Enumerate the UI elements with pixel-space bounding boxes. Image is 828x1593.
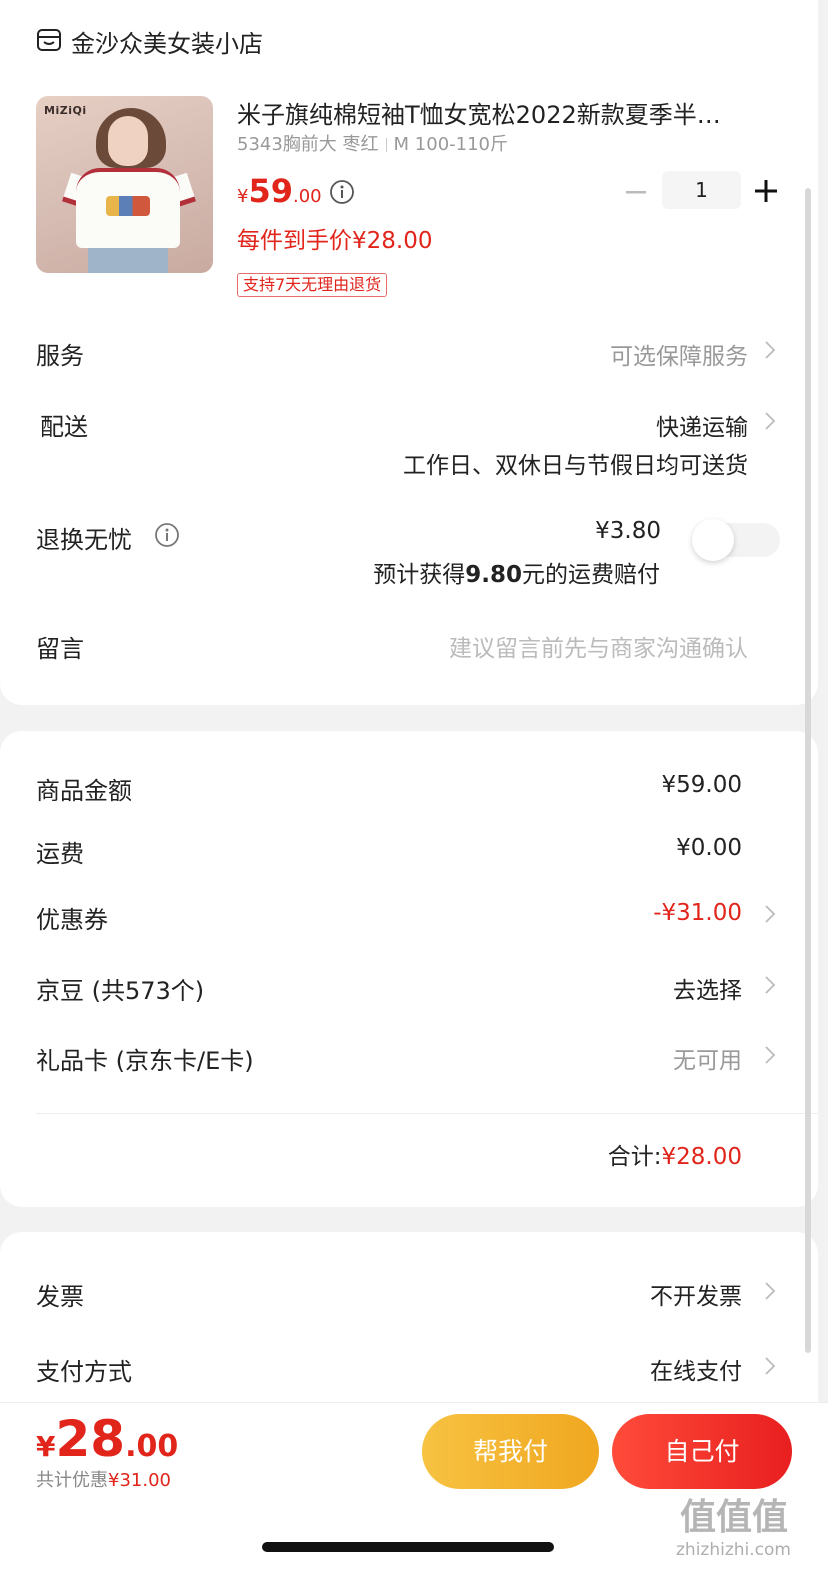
- jd-beans-label: 京豆 (共573个): [36, 977, 205, 1005]
- watermark-logo: 值值值: [680, 1497, 789, 1538]
- product-title[interactable]: 米子旗纯棉短袖T恤女宽松2022新款夏季半…: [237, 95, 777, 130]
- price-summary-card: 商品金额 ¥59.00 运费 ¥0.00 优惠券 -¥31.00 京豆 (共57…: [0, 731, 818, 1207]
- return-policy-tag: 支持7天无理由退货: [237, 273, 388, 297]
- spec-style: 5343胸前大 枣红: [237, 134, 379, 155]
- product-spec[interactable]: 5343胸前大 枣红 M 100-110斤: [237, 130, 508, 156]
- help-me-pay-button[interactable]: 帮我付: [422, 1414, 599, 1489]
- pay-myself-button[interactable]: 自己付: [612, 1414, 792, 1489]
- checkout-page: 金沙众美女装小店 MiZiQi 米子旗纯棉短袖T恤女宽松2022新款夏季半… 5…: [0, 0, 828, 1593]
- chevron-right-icon[interactable]: [764, 1045, 776, 1065]
- payment-method-label: 支付方式: [36, 1358, 132, 1386]
- delivery-note: 工作日、双休日与节假日均可送货: [403, 453, 748, 479]
- return-insurance-label: 退换无忧: [36, 526, 132, 554]
- product-price: ¥59.00: [237, 172, 322, 210]
- scrollbar[interactable]: [805, 188, 811, 1353]
- goods-amount-value: ¥59.00: [661, 772, 742, 798]
- return-insurance-note: 预计获得9.80元的运费赔付: [373, 562, 660, 588]
- return-insurance-toggle[interactable]: [692, 519, 780, 561]
- order-total-value: ¥28.00: [661, 1144, 742, 1170]
- unit-final-price: 每件到手价¥28.00: [237, 228, 433, 254]
- chevron-right-icon[interactable]: [764, 1281, 776, 1301]
- shipping-label: 运费: [36, 840, 84, 868]
- order-total-label: 合计:: [607, 1144, 662, 1170]
- jd-beans-value[interactable]: 去选择: [673, 971, 742, 1005]
- invoice-label: 发票: [36, 1283, 84, 1311]
- coupon-value[interactable]: -¥31.00: [653, 900, 742, 926]
- chevron-right-icon[interactable]: [764, 340, 776, 360]
- toggle-knob: [692, 519, 734, 561]
- return-info-icon[interactable]: [154, 522, 180, 548]
- quantity-plus-icon[interactable]: [752, 177, 780, 205]
- shop-icon: [37, 29, 61, 51]
- home-indicator[interactable]: [262, 1542, 554, 1552]
- chevron-right-icon[interactable]: [764, 904, 776, 924]
- product-image[interactable]: MiZiQi: [36, 96, 213, 273]
- spec-size: M 100-110斤: [393, 134, 508, 155]
- invoice-value[interactable]: 不开发票: [650, 1277, 742, 1311]
- product-brand-logo: MiZiQi: [44, 104, 87, 117]
- payment-method-value[interactable]: 在线支付: [650, 1352, 742, 1386]
- coupon-label: 优惠券: [36, 906, 108, 934]
- gift-card-label: 礼品卡 (京东卡/E卡): [36, 1047, 254, 1075]
- delivery-value[interactable]: 快递运输: [656, 408, 748, 442]
- return-insurance-price: ¥3.80: [595, 518, 661, 544]
- delivery-label: 配送: [40, 413, 88, 441]
- service-label: 服务: [36, 342, 84, 370]
- shipping-value: ¥0.00: [676, 835, 742, 861]
- message-label: 留言: [36, 635, 84, 663]
- goods-amount-label: 商品金额: [36, 777, 132, 805]
- order-card: 金沙众美女装小店 MiZiQi 米子旗纯棉短袖T恤女宽松2022新款夏季半… 5…: [0, 0, 818, 705]
- chevron-right-icon[interactable]: [764, 975, 776, 995]
- service-value[interactable]: 可选保障服务: [610, 337, 748, 371]
- price-info-icon[interactable]: [329, 179, 355, 205]
- chevron-right-icon[interactable]: [764, 1356, 776, 1376]
- quantity-minus-icon[interactable]: [622, 180, 650, 204]
- shop-name[interactable]: 金沙众美女装小店: [71, 24, 263, 59]
- order-total: 合计:¥28.00: [608, 1137, 742, 1171]
- quantity-input[interactable]: 1: [662, 171, 741, 209]
- final-total: ¥28.00: [36, 1410, 179, 1468]
- divider: [36, 1113, 818, 1114]
- total-discount: 共计优惠¥31.00: [36, 1470, 171, 1491]
- gift-card-value[interactable]: 无可用: [673, 1041, 742, 1075]
- message-input[interactable]: 建议留言前先与商家沟通确认: [449, 629, 748, 663]
- chevron-right-icon[interactable]: [764, 411, 776, 431]
- watermark-url: zhizhizhi.com: [676, 1540, 791, 1560]
